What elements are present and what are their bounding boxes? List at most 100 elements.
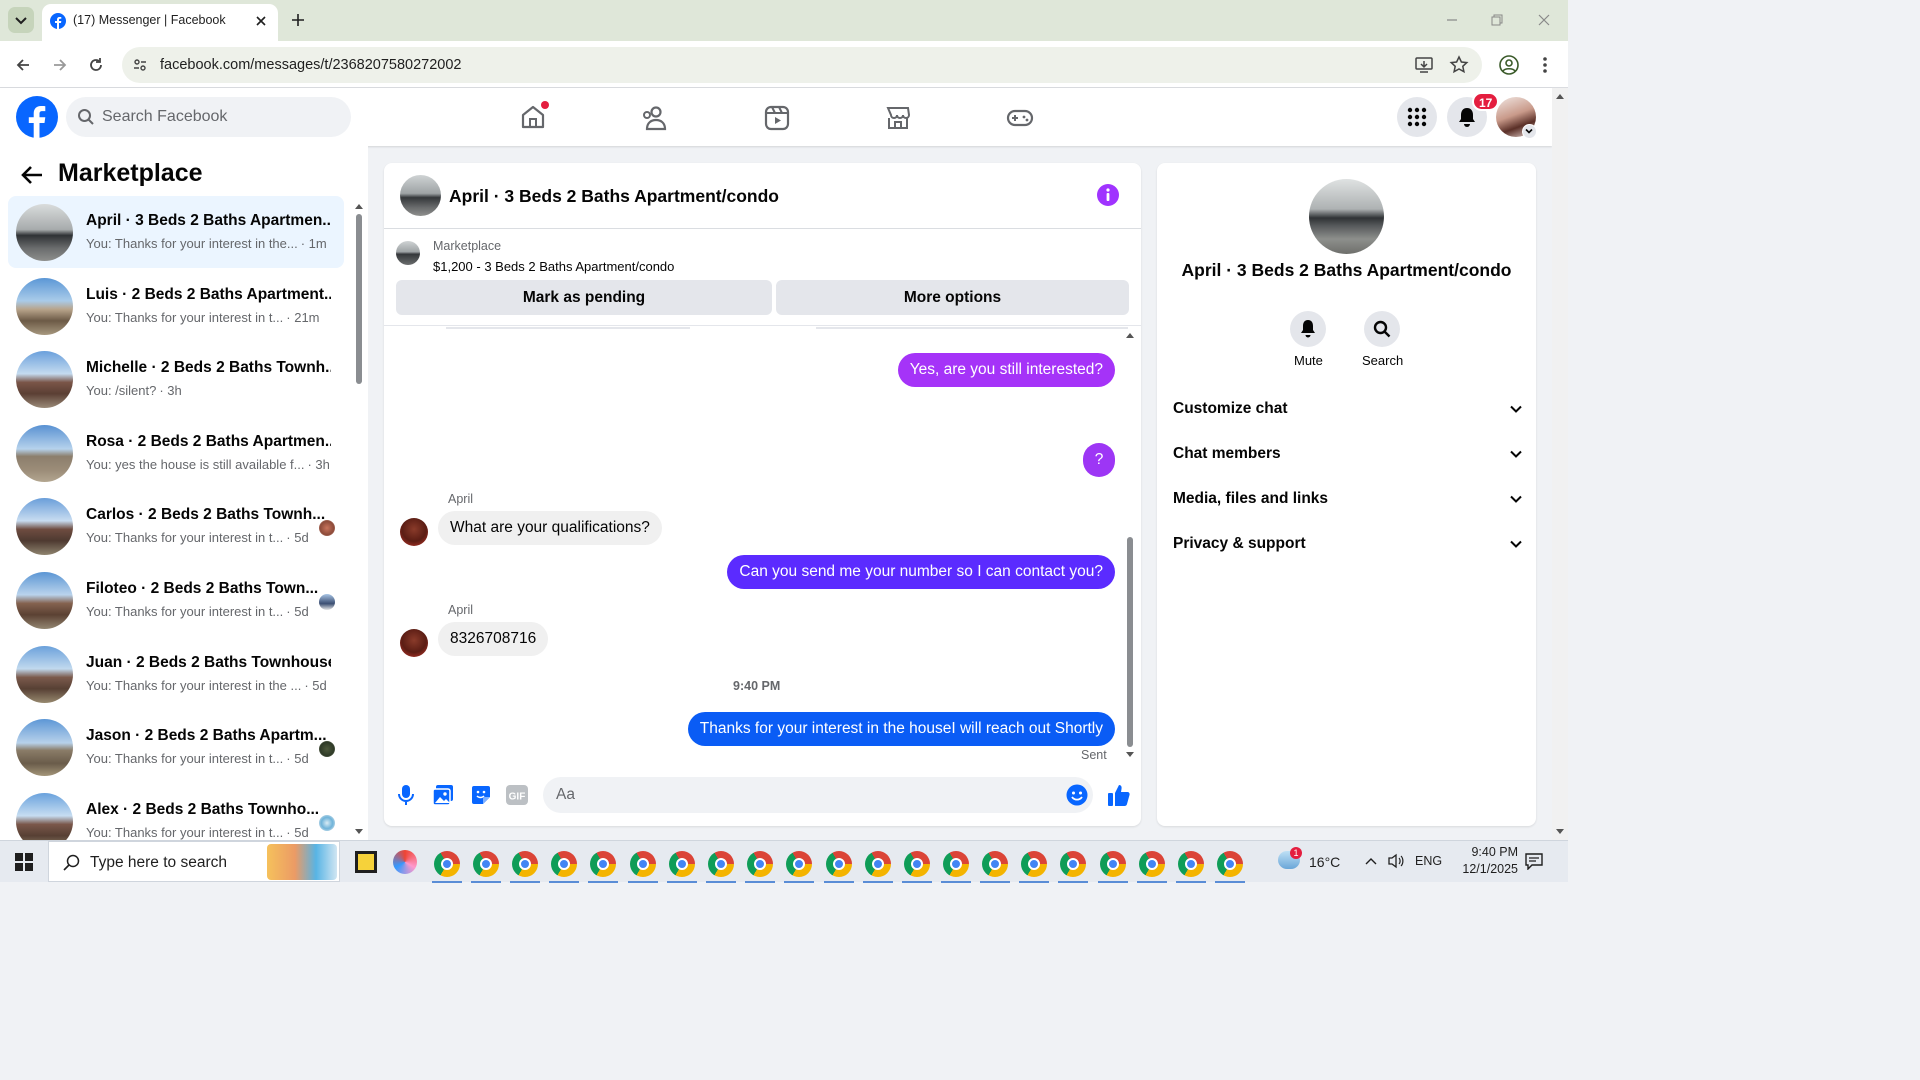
chrome-app-icon[interactable] — [824, 851, 854, 883]
mute-button[interactable]: Mute — [1288, 311, 1328, 371]
chrome-app-icon[interactable] — [432, 851, 462, 883]
message-outgoing[interactable]: Thanks for your interest in the houseI w… — [687, 712, 1115, 746]
chrome-app-icon[interactable] — [1215, 851, 1245, 883]
chrome-app-icon[interactable] — [941, 851, 971, 883]
chrome-app-icon[interactable] — [1019, 851, 1049, 883]
more-options-button[interactable]: More options — [776, 280, 1129, 315]
sender-avatar[interactable] — [400, 629, 428, 657]
chrome-app-icon[interactable] — [1098, 851, 1128, 883]
address-bar[interactable]: facebook.com/messages/t/2368207580272002 — [122, 47, 1482, 83]
chat-members-section[interactable]: Chat members — [1173, 439, 1523, 469]
conversation-item[interactable]: April · 3 Beds 2 Baths Apartmen... You: T… — [8, 196, 344, 268]
chrome-app-icon[interactable] — [510, 851, 540, 883]
conversation-list-scrollbar[interactable] — [354, 202, 364, 834]
scrollbar-thumb[interactable] — [356, 214, 362, 384]
new-tab-plus-icon[interactable] — [290, 12, 306, 28]
photo-icon[interactable] — [432, 784, 454, 806]
close-icon[interactable] — [254, 14, 268, 28]
chrome-app-icon[interactable] — [549, 851, 579, 883]
tab-search-button[interactable] — [8, 7, 34, 33]
chrome-app-icon[interactable] — [628, 851, 658, 883]
chrome-app-icon[interactable] — [863, 851, 893, 883]
chevron-up-icon[interactable] — [1364, 855, 1378, 867]
chrome-app-icon[interactable] — [471, 851, 501, 883]
taskbar-search-box[interactable]: Type here to search — [48, 841, 340, 882]
message-incoming[interactable]: What are your qualifications? — [438, 511, 662, 545]
chrome-app-icon[interactable] — [706, 851, 736, 883]
messages-scrollbar[interactable] — [1125, 331, 1135, 761]
site-info-icon[interactable] — [132, 57, 148, 73]
gaming-icon[interactable] — [1006, 104, 1034, 132]
chrome-app-icon[interactable] — [1176, 851, 1206, 883]
sticker-icon[interactable] — [470, 784, 492, 806]
gif-icon[interactable]: GIF — [506, 785, 528, 805]
speaker-icon[interactable] — [1387, 853, 1405, 869]
conversation-item[interactable]: Juan · 2 Beds 2 Baths Townhouse You: Than… — [8, 638, 344, 710]
conversation-item[interactable]: Luis · 2 Beds 2 Baths Apartment... You: T… — [8, 270, 344, 342]
weather-widget[interactable]: 1 16°C — [1276, 847, 1346, 877]
chrome-app-icon[interactable] — [1058, 851, 1088, 883]
clock[interactable]: 9:40 PM 12/1/2025 — [1448, 844, 1518, 880]
listing-thumbnail[interactable] — [396, 241, 420, 265]
marketplace-icon[interactable] — [884, 104, 912, 132]
chat-header-title[interactable]: April · 3 Beds 2 Baths Apartment/condo — [449, 186, 779, 207]
privacy-support-section[interactable]: Privacy & support — [1173, 529, 1523, 559]
paint-app[interactable] — [393, 850, 417, 874]
message-outgoing[interactable]: Yes, are you still interested? — [897, 353, 1115, 387]
search-in-chat-button[interactable]: Search — [1360, 311, 1406, 371]
message-outgoing[interactable]: ? — [1083, 443, 1115, 477]
chat-header-thumbnail[interactable] — [400, 175, 441, 216]
friends-icon[interactable] — [640, 104, 668, 132]
scroll-down-arrow-icon[interactable] — [1555, 828, 1565, 836]
chrome-app-icon[interactable] — [784, 851, 814, 883]
emoji-icon[interactable] — [1066, 784, 1088, 806]
conversation-item[interactable]: Michelle · 2 Beds 2 Baths Townh... You: /… — [8, 343, 344, 415]
chrome-app-icon[interactable] — [667, 851, 697, 883]
chrome-app-icon[interactable] — [745, 851, 775, 883]
scroll-down-arrow-icon[interactable] — [1125, 751, 1135, 759]
message-composer-input[interactable]: Aa — [543, 777, 1093, 813]
bookmark-star-icon[interactable] — [1449, 55, 1469, 75]
conversation-item[interactable]: Jason · 2 Beds 2 Baths Apartm... You: Tha… — [8, 711, 344, 783]
message-outgoing[interactable]: Can you send me your number so I can con… — [727, 555, 1115, 589]
video-icon[interactable] — [763, 104, 791, 132]
conversation-item[interactable]: Carlos · 2 Beds 2 Baths Townh... You: Tha… — [8, 490, 344, 562]
scrollbar-thumb[interactable] — [1127, 537, 1133, 747]
scroll-up-arrow-icon[interactable] — [354, 202, 364, 210]
sticky-notes-app[interactable] — [355, 851, 377, 873]
input-language[interactable]: ENG — [1415, 854, 1442, 868]
media-files-links-section[interactable]: Media, files and links — [1173, 484, 1523, 514]
reload-icon[interactable] — [86, 55, 106, 75]
account-chevron[interactable] — [1522, 124, 1537, 139]
page-scrollbar[interactable] — [1552, 88, 1568, 840]
facebook-search-input[interactable]: Search Facebook — [66, 97, 351, 137]
notification-center-icon[interactable] — [1525, 853, 1543, 870]
info-icon[interactable] — [1097, 184, 1119, 206]
mark-as-pending-button[interactable]: Mark as pending — [396, 280, 772, 315]
window-close-icon[interactable] — [1536, 12, 1552, 28]
conversation-item[interactable]: Filoteo · 2 Beds 2 Baths Town... You: Tha… — [8, 564, 344, 636]
back-arrow-icon[interactable] — [20, 164, 44, 186]
profile-icon[interactable] — [1498, 54, 1520, 76]
restore-icon[interactable] — [1489, 12, 1505, 28]
chrome-app-icon[interactable] — [1137, 851, 1167, 883]
sender-avatar[interactable] — [400, 518, 428, 546]
browser-tab-active[interactable]: (17) Messenger | Facebook — [42, 4, 278, 41]
scroll-up-arrow-icon[interactable] — [1125, 331, 1135, 339]
chrome-app-icon[interactable] — [902, 851, 932, 883]
windows-start-icon[interactable] — [15, 853, 33, 871]
customize-chat-section[interactable]: Customize chat — [1173, 394, 1523, 424]
install-app-icon[interactable] — [1414, 56, 1434, 74]
facebook-logo-icon[interactable] — [16, 96, 58, 138]
conversation-item[interactable]: Rosa · 2 Beds 2 Baths Apartmen... You: ye… — [8, 417, 344, 489]
message-incoming[interactable]: 8326708716 — [438, 622, 549, 656]
chat-details-thumbnail[interactable] — [1309, 179, 1384, 254]
listing-detail[interactable]: $1,200 - 3 Beds 2 Baths Apartment/condo — [433, 259, 674, 274]
chrome-app-icon[interactable] — [980, 851, 1010, 883]
scroll-down-arrow-icon[interactable] — [354, 828, 364, 836]
chrome-app-icon[interactable] — [588, 851, 618, 883]
scroll-up-arrow-icon[interactable] — [1555, 92, 1565, 100]
back-arrow-icon[interactable] — [13, 55, 33, 75]
forward-arrow-icon[interactable] — [50, 55, 70, 75]
menu-button[interactable] — [1397, 97, 1437, 137]
